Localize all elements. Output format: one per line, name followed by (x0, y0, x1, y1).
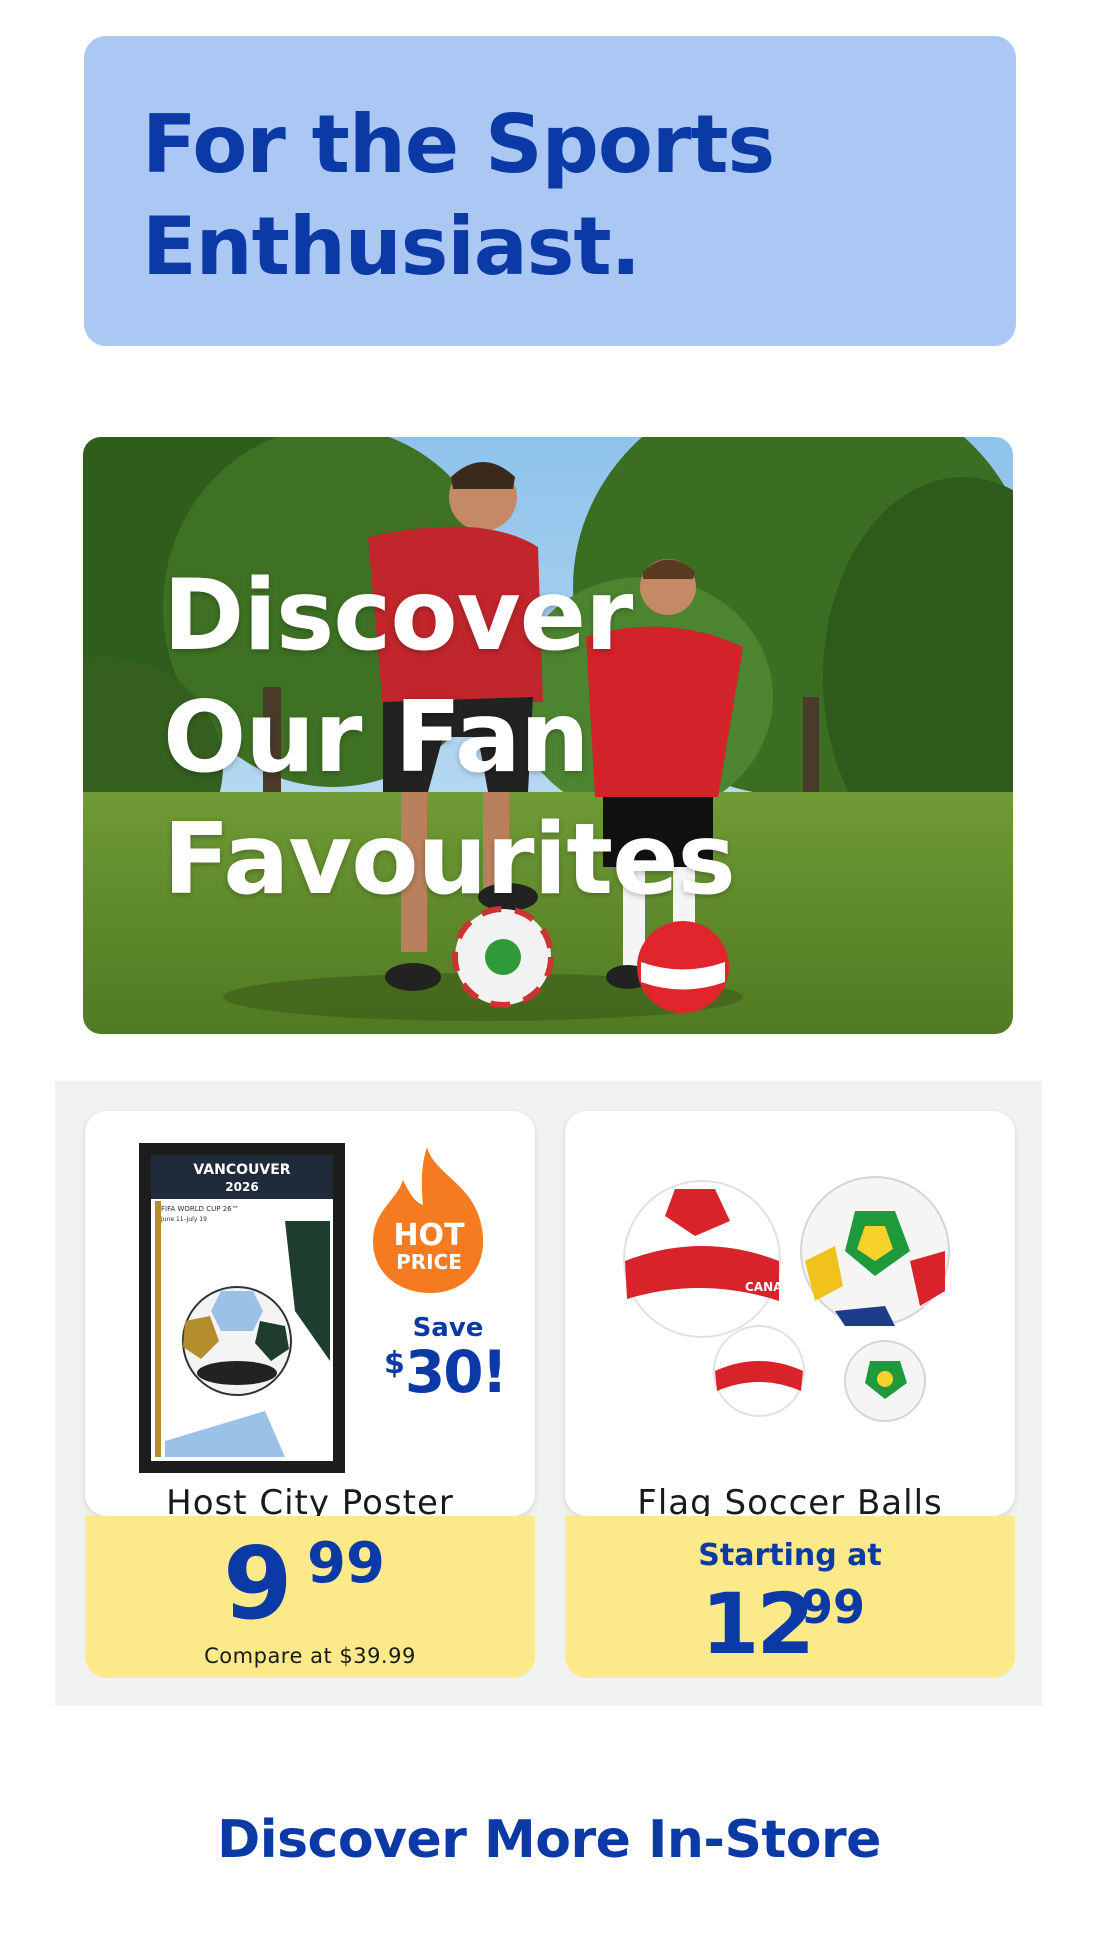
save-value: 30! (404, 1338, 508, 1406)
badge-price-text: PRICE (396, 1250, 462, 1274)
product-name: Host City Poster (166, 1483, 454, 1516)
deals-section: VANCOUVER 2026 FIFA WORLD CUP 26™ June 1… (55, 1081, 1042, 1706)
poster-dates: June 11–July 19 (160, 1216, 207, 1223)
save-currency: $ (383, 1346, 405, 1381)
badge-hot-text: HOT (393, 1218, 465, 1253)
compare-price: Compare at $39.99 (204, 1644, 416, 1668)
hot-price-flame-icon: HOT PRICE (373, 1147, 484, 1293)
price-cents: 99 (307, 1531, 385, 1596)
ball-label-large: CANADA (745, 1280, 802, 1294)
banner-line-3: Favourites (163, 803, 736, 917)
discover-more-cta[interactable]: Discover More In-Store (0, 1810, 1098, 1870)
price-prefix: Starting at (698, 1538, 882, 1573)
poster-subtitle: FIFA WORLD CUP 26™ (161, 1205, 239, 1213)
header-card: For the Sports Enthusiast. (84, 36, 1016, 346)
banner-headline: Discover Our Fan Favourites (163, 555, 736, 921)
product-card-soccer-balls[interactable]: CANADA Flag Soccer Balls (565, 1111, 1015, 1516)
save-amount: $30! (355, 1343, 535, 1401)
product-name: Flag Soccer Balls (637, 1483, 943, 1516)
fan-favourites-banner[interactable]: Discover Our Fan Favourites (83, 437, 1013, 1034)
price-box-poster: 9 99 Compare at $39.99 (85, 1516, 535, 1678)
title-line-2: Enthusiast. (142, 200, 641, 293)
price-dollars: 9 (223, 1525, 293, 1642)
banner-line-2: Our Fan (163, 681, 590, 795)
poster-year: 2026 (225, 1180, 258, 1194)
price-dollars: 12 (701, 1575, 815, 1673)
soccer-balls-image: CANADA (611, 1161, 969, 1451)
page-title: For the Sports Enthusiast. (142, 94, 775, 298)
price-cents: 99 (801, 1580, 866, 1634)
price-box-soccer-balls: Starting at 12 99 (565, 1516, 1015, 1678)
product-card-poster[interactable]: VANCOUVER 2026 FIFA WORLD CUP 26™ June 1… (85, 1111, 535, 1516)
title-line-1: For the Sports (142, 98, 775, 191)
poster-city: VANCOUVER (193, 1162, 290, 1178)
banner-line-1: Discover (163, 559, 633, 673)
